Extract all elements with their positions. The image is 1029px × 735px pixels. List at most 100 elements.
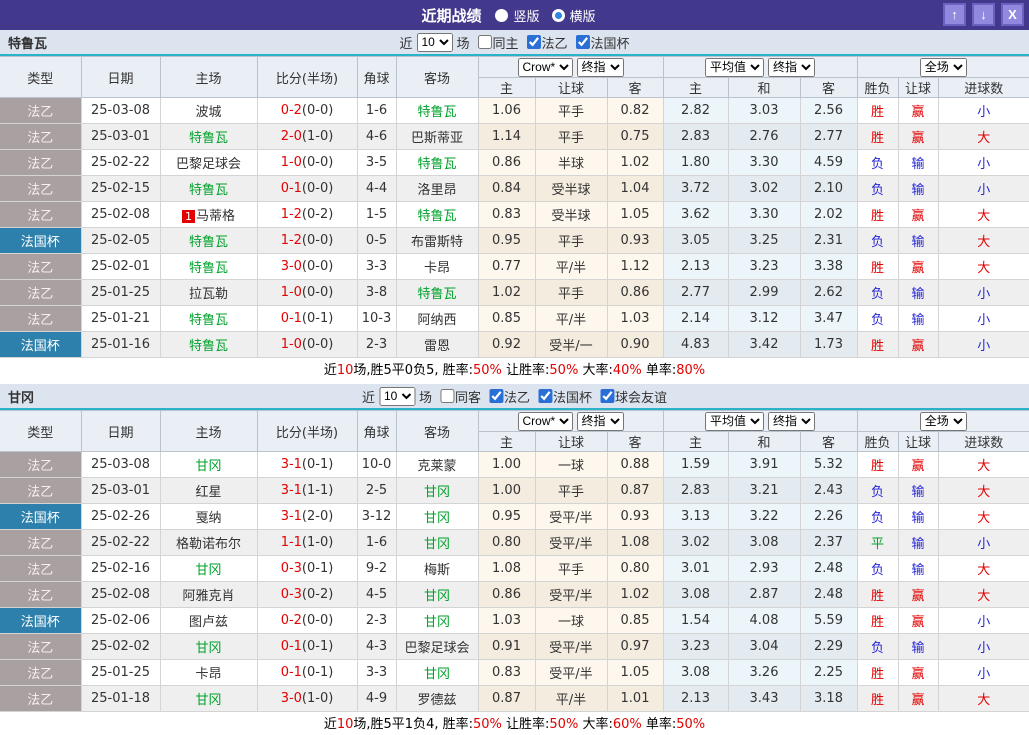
avg-home: 2.83 [663, 478, 728, 504]
vertical-layout-radio[interactable] [495, 9, 508, 22]
col-header-score: 比分(半场) [257, 411, 357, 452]
halftime-score: (0-0) [302, 613, 333, 628]
away-team-name: 甘冈 [424, 485, 450, 500]
home-team: 波城 [160, 98, 257, 124]
col-header-corner: 角球 [357, 411, 396, 452]
corners: 4-9 [357, 686, 396, 712]
odds-handicap: 平手 [535, 280, 607, 306]
home-team-name: 图卢兹 [189, 615, 228, 630]
match-row: 法乙25-02-15特鲁瓦0-1(0-0)4-4洛里昂0.84受半球1.043.… [0, 176, 1029, 202]
vertical-layout-label[interactable]: 竖版 [513, 6, 539, 25]
halftime-score: (2-0) [302, 509, 333, 524]
filter-checkbox-法国杯[interactable] [576, 35, 590, 49]
home-team-name: 甘冈 [195, 563, 221, 578]
away-team: 阿纳西 [396, 306, 478, 332]
scope-select[interactable]: 全场 [920, 412, 967, 431]
average-group-header: 平均值终指 [663, 57, 857, 78]
result-handicap: 输 [898, 306, 938, 332]
match-row: 法乙25-01-21特鲁瓦0-1(0-1)10-3阿纳西0.85平/半1.032… [0, 306, 1029, 332]
away-team-name: 雷恩 [424, 339, 450, 354]
competition-badge: 法乙 [0, 124, 81, 150]
team-section-away: 甘冈 近10场同客法乙法国杯球会友谊 类型 日期 主场 比分(半场) 角球 客场 [0, 384, 1029, 735]
home-team: 拉瓦勒 [160, 280, 257, 306]
filter-checkbox-球会友谊[interactable] [600, 389, 614, 403]
fulltime-score: 3-1 [281, 509, 302, 524]
recent-count-select[interactable]: 10 [379, 387, 415, 406]
odds-away: 0.93 [607, 228, 663, 254]
result-handicap: 赢 [898, 124, 938, 150]
avg-home: 2.13 [663, 686, 728, 712]
fulltime-score: 1-2 [281, 207, 302, 222]
average-select[interactable]: 平均值 [705, 58, 764, 77]
summary-segment: 让胜率: [502, 717, 550, 732]
sub-header-goals-result: 进球数 [938, 432, 1029, 452]
horizontal-layout-radio[interactable] [552, 9, 565, 22]
odds-handicap: 受平/半 [535, 530, 607, 556]
filter-checkbox-法国杯[interactable] [538, 389, 552, 403]
odds-home: 0.77 [478, 254, 535, 280]
avg-home: 3.08 [663, 582, 728, 608]
avg-draw: 3.91 [728, 452, 800, 478]
filter-checkbox-同客[interactable] [440, 389, 454, 403]
competition-badge: 法乙 [0, 306, 81, 332]
odds-group-header: Crow*终指 [478, 57, 663, 78]
score: 3-1(0-1) [257, 452, 357, 478]
away-team-name: 克莱蒙 [417, 459, 456, 474]
result-goals: 大 [938, 478, 1029, 504]
competition-badge: 法乙 [0, 280, 81, 306]
halftime-score: (1-0) [302, 535, 333, 550]
recent-count-select[interactable]: 10 [416, 33, 452, 52]
move-down-button[interactable]: ↓ [972, 3, 995, 26]
result-handicap: 输 [898, 504, 938, 530]
avg-draw: 3.21 [728, 478, 800, 504]
sub-header-avg-away: 客 [800, 78, 857, 98]
away-team-name: 巴黎足球会 [404, 641, 469, 656]
odds-company-select[interactable]: Crow* [518, 412, 573, 431]
average-stage-select[interactable]: 终指 [768, 412, 815, 431]
odds-stage-select[interactable]: 终指 [577, 58, 624, 77]
sub-header-avg-home: 主 [663, 432, 728, 452]
avg-draw: 4.08 [728, 608, 800, 634]
filter-checkbox-法乙[interactable] [489, 389, 503, 403]
avg-away: 2.48 [800, 556, 857, 582]
panel-title: 近期战绩 [421, 5, 481, 26]
competition-badge: 法乙 [0, 478, 81, 504]
match-date: 25-01-25 [81, 660, 160, 686]
filter-checkbox-label: 同客 [455, 387, 481, 406]
filter-checkbox-同主[interactable] [477, 35, 491, 49]
move-up-button[interactable]: ↑ [943, 3, 966, 26]
halftime-score: (0-2) [302, 207, 333, 222]
odds-away: 1.12 [607, 254, 663, 280]
away-team-name: 甘冈 [424, 589, 450, 604]
scope-select[interactable]: 全场 [920, 58, 967, 77]
match-date: 25-03-01 [81, 478, 160, 504]
result-goals: 小 [938, 306, 1029, 332]
horizontal-layout-label[interactable]: 横版 [570, 6, 596, 25]
match-date: 25-02-22 [81, 530, 160, 556]
average-stage-select[interactable]: 终指 [768, 58, 815, 77]
result-outcome: 胜 [857, 452, 898, 478]
match-date: 25-02-02 [81, 634, 160, 660]
odds-handicap: 平/半 [535, 306, 607, 332]
close-button[interactable]: X [1001, 3, 1024, 26]
col-header-type: 类型 [0, 411, 81, 452]
odds-stage-select[interactable]: 终指 [577, 412, 624, 431]
sub-header-avg-home: 主 [663, 78, 728, 98]
home-team: 格勒诺布尔 [160, 530, 257, 556]
average-select[interactable]: 平均值 [705, 412, 764, 431]
odds-company-select[interactable]: Crow* [518, 58, 573, 77]
avg-draw: 3.04 [728, 634, 800, 660]
odds-handicap: 受平/半 [535, 504, 607, 530]
away-team-name: 特鲁瓦 [417, 287, 456, 302]
avg-away: 5.32 [800, 452, 857, 478]
odds-away: 1.02 [607, 150, 663, 176]
home-team-name: 格勒诺布尔 [176, 537, 241, 552]
halftime-score: (0-0) [302, 155, 333, 170]
filter-checkbox-法乙[interactable] [527, 35, 541, 49]
result-outcome: 胜 [857, 332, 898, 358]
col-header-corner: 角球 [357, 57, 396, 98]
summary-segment: 40% [613, 363, 642, 378]
titlebar-buttons: ↑ ↓ X [937, 3, 1024, 26]
matches-unit-label: 场 [456, 33, 469, 52]
match-row: 法乙25-01-25拉瓦勒1-0(0-0)3-8特鲁瓦1.02平手0.862.7… [0, 280, 1029, 306]
